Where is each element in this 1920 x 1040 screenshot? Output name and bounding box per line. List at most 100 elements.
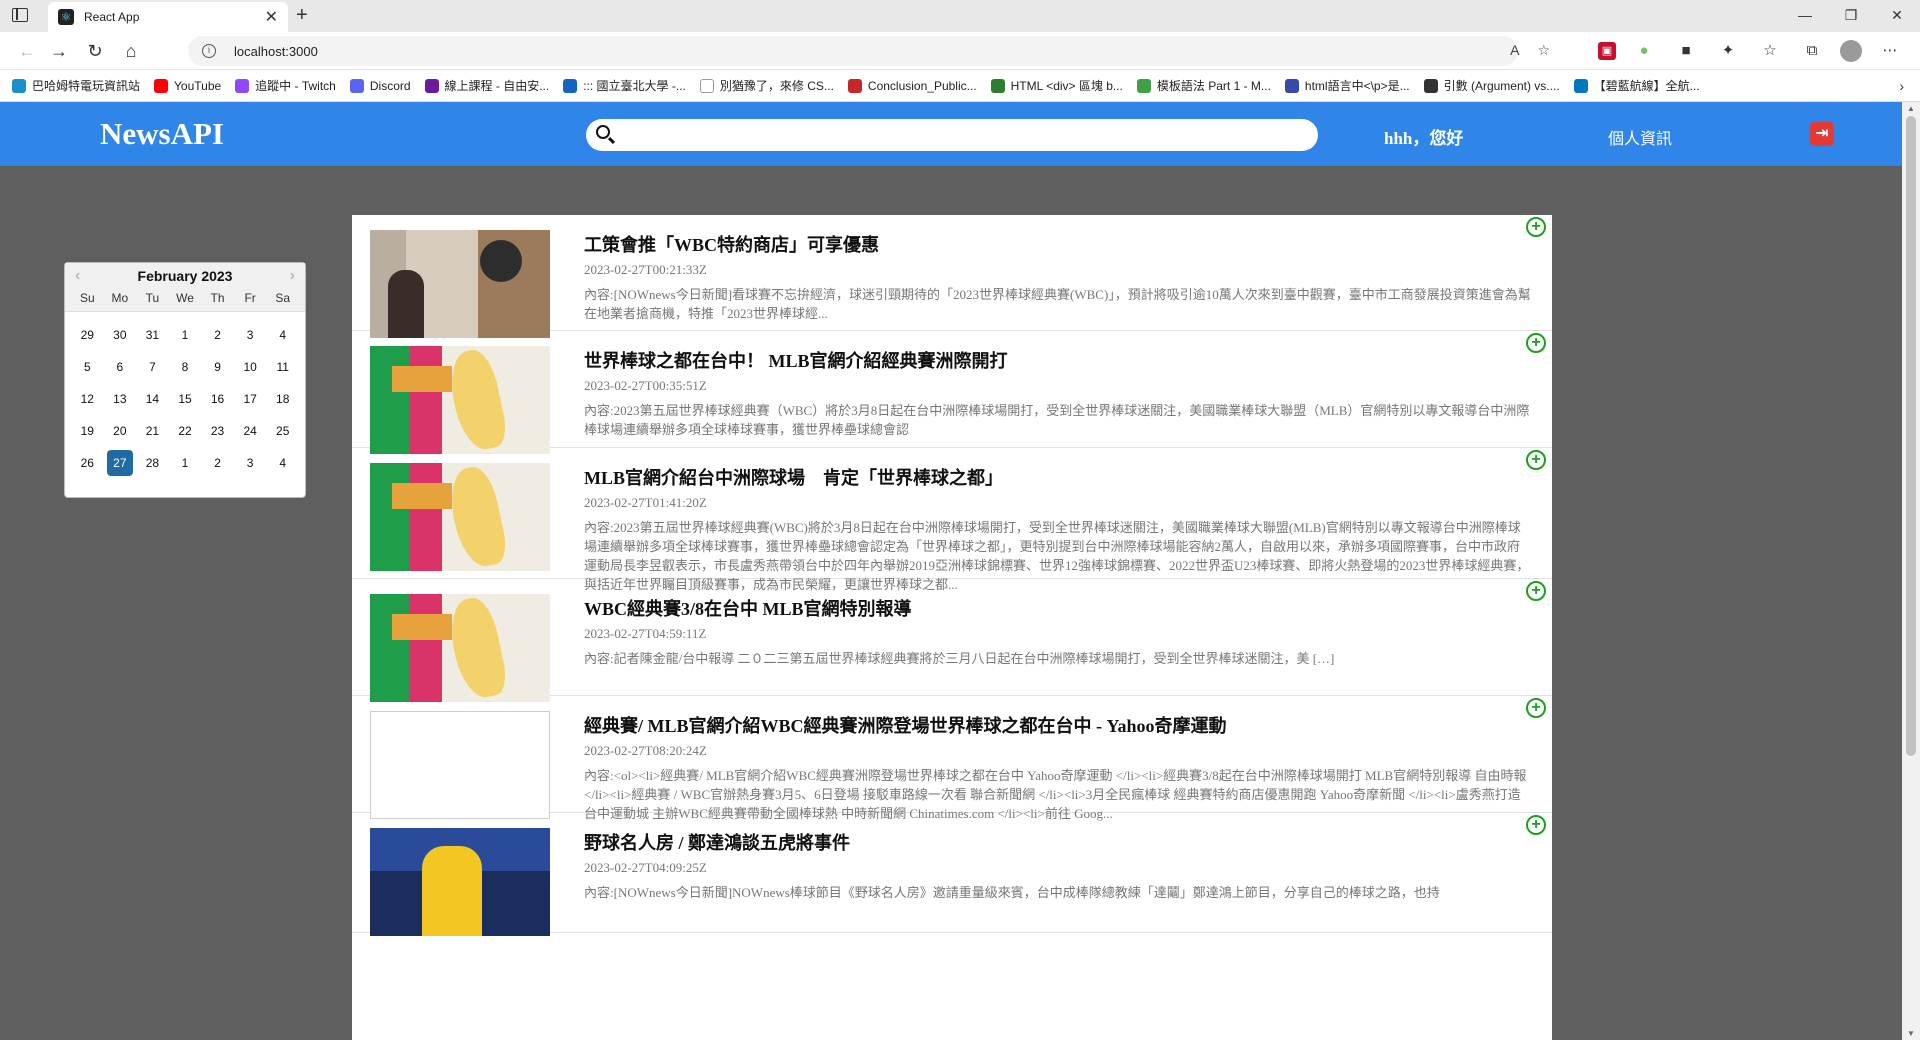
bookmark-item[interactable]: 巴哈姆特電玩資訊站: [12, 77, 140, 94]
add-favorite-icon[interactable]: +: [1526, 815, 1546, 835]
search-input[interactable]: [626, 119, 1306, 151]
logout-icon[interactable]: ⇥: [1810, 122, 1834, 146]
prev-month-icon[interactable]: ‹: [75, 267, 80, 285]
bookmark-item[interactable]: Discord: [349, 78, 411, 93]
extension-red-icon[interactable]: ▣: [1598, 42, 1616, 60]
news-article[interactable]: 世界棒球之都在台中！ MLB官網介紹經典賽洲際開打 2023-02-27T00:3…: [352, 331, 1552, 454]
calendar-day[interactable]: 27: [106, 450, 134, 476]
calendar-day[interactable]: 1: [169, 322, 202, 348]
browser-tab[interactable]: ⚛ React App ✕: [48, 2, 288, 32]
article-thumbnail[interactable]: [370, 463, 550, 571]
calendar-day[interactable]: 11: [266, 354, 299, 380]
new-tab-icon[interactable]: +: [296, 4, 308, 27]
brand-logo[interactable]: NewsAPI: [100, 116, 224, 152]
calendar-day[interactable]: 28: [136, 450, 169, 476]
calendar-day[interactable]: 16: [201, 386, 234, 412]
home-icon[interactable]: ⌂: [118, 38, 144, 64]
calendar-day[interactable]: 20: [104, 418, 137, 444]
bookmark-item[interactable]: html語言中<\p>是...: [1284, 77, 1410, 94]
add-favorite-icon[interactable]: +: [1526, 450, 1546, 470]
article-thumbnail[interactable]: [370, 346, 550, 454]
next-month-icon[interactable]: ›: [290, 267, 295, 285]
calendar-day[interactable]: 9: [201, 354, 234, 380]
calendar-day[interactable]: 2: [201, 322, 234, 348]
article-thumbnail[interactable]: [370, 594, 550, 702]
article-title[interactable]: MLB官網介紹台中洲際球場 肯定「世界棒球之都」: [584, 464, 1003, 490]
collections-icon[interactable]: ⧉: [1798, 38, 1826, 64]
calendar-day[interactable]: 22: [169, 418, 202, 444]
extension-dark-icon[interactable]: ■: [1672, 38, 1700, 64]
calendar-day[interactable]: 29: [71, 322, 104, 348]
calendar-day[interactable]: 15: [169, 386, 202, 412]
forward-icon[interactable]: →: [46, 38, 72, 64]
calendar-day[interactable]: 13: [104, 386, 137, 412]
bookmark-item[interactable]: 模板語法 Part 1 - M...: [1136, 77, 1271, 94]
add-favorite-icon[interactable]: +: [1526, 581, 1546, 601]
bookmark-item[interactable]: 【碧藍航線】全航...: [1573, 77, 1700, 94]
add-favorite-icon[interactable]: +: [1526, 333, 1546, 353]
news-article[interactable]: 工策會推「WBC特約商店」可享優惠 2023-02-27T00:21:33Z 內容:…: [352, 215, 1552, 338]
article-title[interactable]: 野球名人房 / 鄭達鴻談五虎將事件: [584, 829, 850, 855]
calendar-day[interactable]: 31: [136, 322, 169, 348]
address-bar[interactable]: i localhost:3000: [188, 36, 1518, 66]
article-title[interactable]: WBC經典賽3/8在台中 MLB官網特別報導: [584, 595, 912, 621]
calendar-day[interactable]: 21: [136, 418, 169, 444]
favorite-star-icon[interactable]: ☆: [1537, 42, 1550, 59]
article-thumbnail[interactable]: [370, 711, 550, 819]
calendar-day[interactable]: 2: [201, 450, 234, 476]
calendar-day[interactable]: 23: [201, 418, 234, 444]
calendar-day[interactable]: 30: [104, 322, 137, 348]
extensions-puzzle-icon[interactable]: ✦: [1714, 38, 1742, 64]
calendar-day[interactable]: 5: [71, 354, 104, 380]
extension-green-icon[interactable]: ●: [1630, 38, 1658, 64]
minimize-icon[interactable]: —: [1782, 0, 1828, 32]
news-article[interactable]: WBC經典賽3/8在台中 MLB官網特別報導 2023-02-27T04:59:1…: [352, 579, 1552, 702]
read-aloud-icon[interactable]: A: [1510, 42, 1519, 59]
calendar-day[interactable]: 4: [266, 322, 299, 348]
close-tab-icon[interactable]: ✕: [265, 7, 278, 27]
bookmark-item[interactable]: YouTube: [154, 78, 221, 93]
bookmark-item[interactable]: ::: 國立臺北大學 -...: [563, 77, 686, 94]
add-favorite-icon[interactable]: +: [1526, 698, 1546, 718]
bookmark-item[interactable]: 引數 (Argument) vs....: [1423, 77, 1560, 94]
article-title[interactable]: 世界棒球之都在台中！ MLB官網介紹經典賽洲際開打: [584, 347, 1008, 373]
calendar-day[interactable]: 4: [266, 450, 299, 476]
news-article[interactable]: MLB官網介紹台中洲際球場 肯定「世界棒球之都」 2023-02-27T01:41…: [352, 448, 1552, 592]
restore-icon[interactable]: ❐: [1828, 0, 1874, 32]
calendar-day[interactable]: 17: [234, 386, 267, 412]
article-thumbnail[interactable]: [370, 828, 550, 936]
calendar-day[interactable]: 10: [234, 354, 267, 380]
bookmark-item[interactable]: 追蹤中 - Twitch: [235, 77, 336, 94]
article-title[interactable]: 經典賽/ MLB官網介紹WBC經典賽洲際登場世界棒球之都在台中 - Yahoo奇…: [584, 712, 1227, 738]
bookmark-item[interactable]: 線上課程 - 自由安...: [424, 77, 549, 94]
calendar-day[interactable]: 3: [234, 322, 267, 348]
search-bar[interactable]: [586, 119, 1318, 151]
back-icon[interactable]: ←: [14, 38, 40, 64]
calendar-day[interactable]: 7: [136, 354, 169, 380]
scroll-down-icon[interactable]: ▼: [1907, 1029, 1915, 1038]
profile-avatar-icon[interactable]: [1840, 40, 1862, 62]
more-menu-icon[interactable]: ⋯: [1876, 38, 1904, 64]
scroll-up-icon[interactable]: ▲: [1907, 104, 1915, 113]
calendar-day[interactable]: 8: [169, 354, 202, 380]
bookmark-item[interactable]: HTML <div> 區塊 b...: [990, 77, 1123, 94]
calendar-day[interactable]: 19: [71, 418, 104, 444]
site-info-icon[interactable]: i: [202, 44, 216, 58]
profile-link[interactable]: 個人資訊: [1608, 125, 1672, 149]
search-icon[interactable]: [596, 125, 610, 139]
calendar-day[interactable]: 6: [104, 354, 137, 380]
sidebar-toggle-icon[interactable]: [12, 8, 28, 22]
page-scrollbar[interactable]: ▲ ▼: [1902, 102, 1920, 1040]
calendar-day[interactable]: 1: [169, 450, 202, 476]
favorites-icon[interactable]: ☆: [1756, 38, 1784, 64]
calendar-day[interactable]: 18: [266, 386, 299, 412]
bookmarks-overflow-icon[interactable]: ›: [1899, 78, 1904, 94]
calendar-day[interactable]: 26: [71, 450, 104, 476]
add-favorite-icon[interactable]: +: [1526, 217, 1546, 237]
calendar-day[interactable]: 3: [234, 450, 267, 476]
calendar-day[interactable]: 25: [266, 418, 299, 444]
news-article[interactable]: 經典賽/ MLB官網介紹WBC經典賽洲際登場世界棒球之都在台中 - Yahoo奇…: [352, 696, 1552, 821]
calendar-day[interactable]: 12: [71, 386, 104, 412]
close-window-icon[interactable]: ✕: [1874, 0, 1920, 32]
news-article[interactable]: 野球名人房 / 鄭達鴻談五虎將事件 2023-02-27T04:09:25Z 內容:…: [352, 813, 1552, 936]
